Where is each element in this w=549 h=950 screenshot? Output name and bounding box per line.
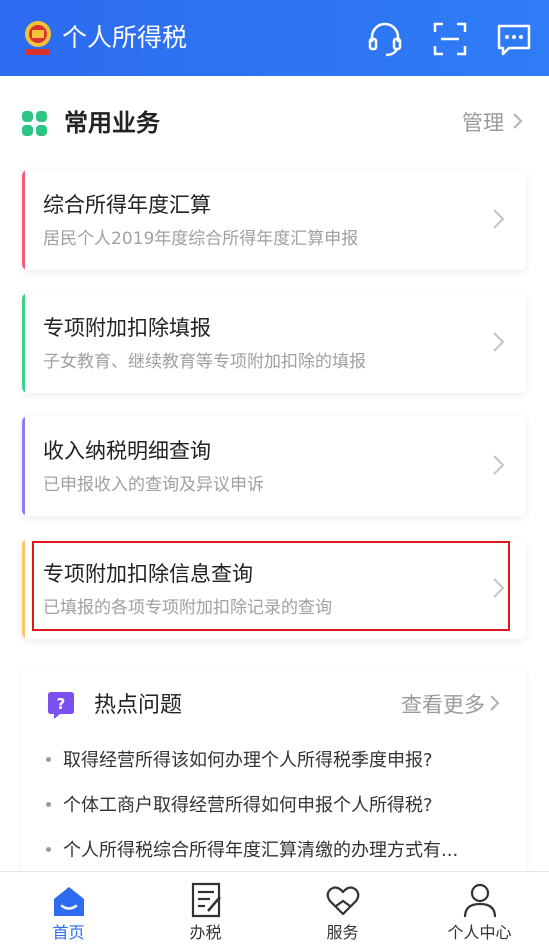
question-item[interactable]: 取得经营所得该如何办理个人所得税季度申报? [46,747,433,775]
card-accent-bar [22,416,25,516]
chevron-right-icon [489,690,500,720]
card-accent-bar [22,293,25,393]
message-icon[interactable] [495,20,533,58]
view-more-label: 查看更多 [401,693,485,717]
service-heart-icon [326,886,359,916]
card-annual-settlement[interactable]: 综合所得年度汇算 居民个人2019年度综合所得年度汇算申报 [22,170,526,270]
tab-tax[interactable]: 办税 [137,872,274,950]
card-income-tax-details[interactable]: 收入纳税明细查询 已申报收入的查询及异议申诉 [22,416,526,516]
chevron-right-icon [493,455,505,475]
question-icon: ? [48,692,74,719]
bullet [46,756,51,762]
chevron-right-icon [493,332,505,352]
card-subtitle: 子女教育、继续教育等专项附加扣除的填报 [43,352,366,372]
tab-profile[interactable]: 个人中心 [411,872,548,950]
tab-home[interactable]: 首页 [0,872,137,950]
question-item[interactable]: 个人所得税综合所得年度汇算清缴的办理方式有... [46,837,458,865]
bullet [46,801,51,807]
section-title: 常用业务 [64,109,160,137]
tab-label: 个人中心 [447,923,512,942]
tab-service[interactable]: 服务 [274,872,411,950]
question-item[interactable]: 个体工商户取得经营所得如何申报个人所得税? [46,792,433,820]
question-text: 取得经营所得该如何办理个人所得税季度申报? [63,750,433,771]
card-deduction-filing[interactable]: 专项附加扣除填报 子女教育、继续教育等专项附加扣除的填报 [22,293,526,393]
app-header: 个人所得税 [0,0,549,76]
chevron-right-icon [493,209,505,229]
chevron-right-icon [512,108,523,138]
home-icon [53,887,84,916]
user-icon [463,883,496,918]
question-text: 个人所得税综合所得年度汇算清缴的办理方式有... [63,840,459,861]
card-title: 综合所得年度汇算 [43,193,211,217]
question-text: 个体工商户取得经营所得如何申报个人所得税? [63,795,433,816]
card-subtitle: 已申报收入的查询及异议申诉 [43,475,264,495]
bullet [46,846,51,852]
tab-label: 服务 [326,923,359,942]
hot-title: 热点问题 [94,693,183,718]
manage-button[interactable]: 管理 [462,108,523,138]
highlight-box [32,541,510,631]
card-accent-bar [22,539,25,639]
card-title: 收入纳税明细查询 [43,439,211,463]
app-title: 个人所得税 [62,23,188,52]
tax-form-icon [191,882,221,918]
scan-icon[interactable] [431,20,469,58]
common-services-header: 常用业务 管理 [0,96,549,150]
tax-emblem-icon [25,21,51,55]
tab-label: 首页 [52,923,85,942]
customer-service-icon[interactable] [366,20,404,58]
card-title: 专项附加扣除填报 [43,316,211,340]
grid-icon [22,111,47,136]
manage-label: 管理 [462,111,504,135]
card-subtitle: 居民个人2019年度综合所得年度汇算申报 [43,229,359,249]
view-more-link[interactable]: 查看更多 [401,690,500,720]
svg-text:?: ? [57,695,66,713]
hot-questions-panel: ? 热点问题 查看更多 取得经营所得该如何办理个人所得税季度申报? 个体工商户取… [22,668,526,878]
bottom-tab-bar: 首页 办税 服务 个人中心 [0,871,549,950]
card-accent-bar [22,170,25,270]
tab-label: 办税 [189,923,222,942]
